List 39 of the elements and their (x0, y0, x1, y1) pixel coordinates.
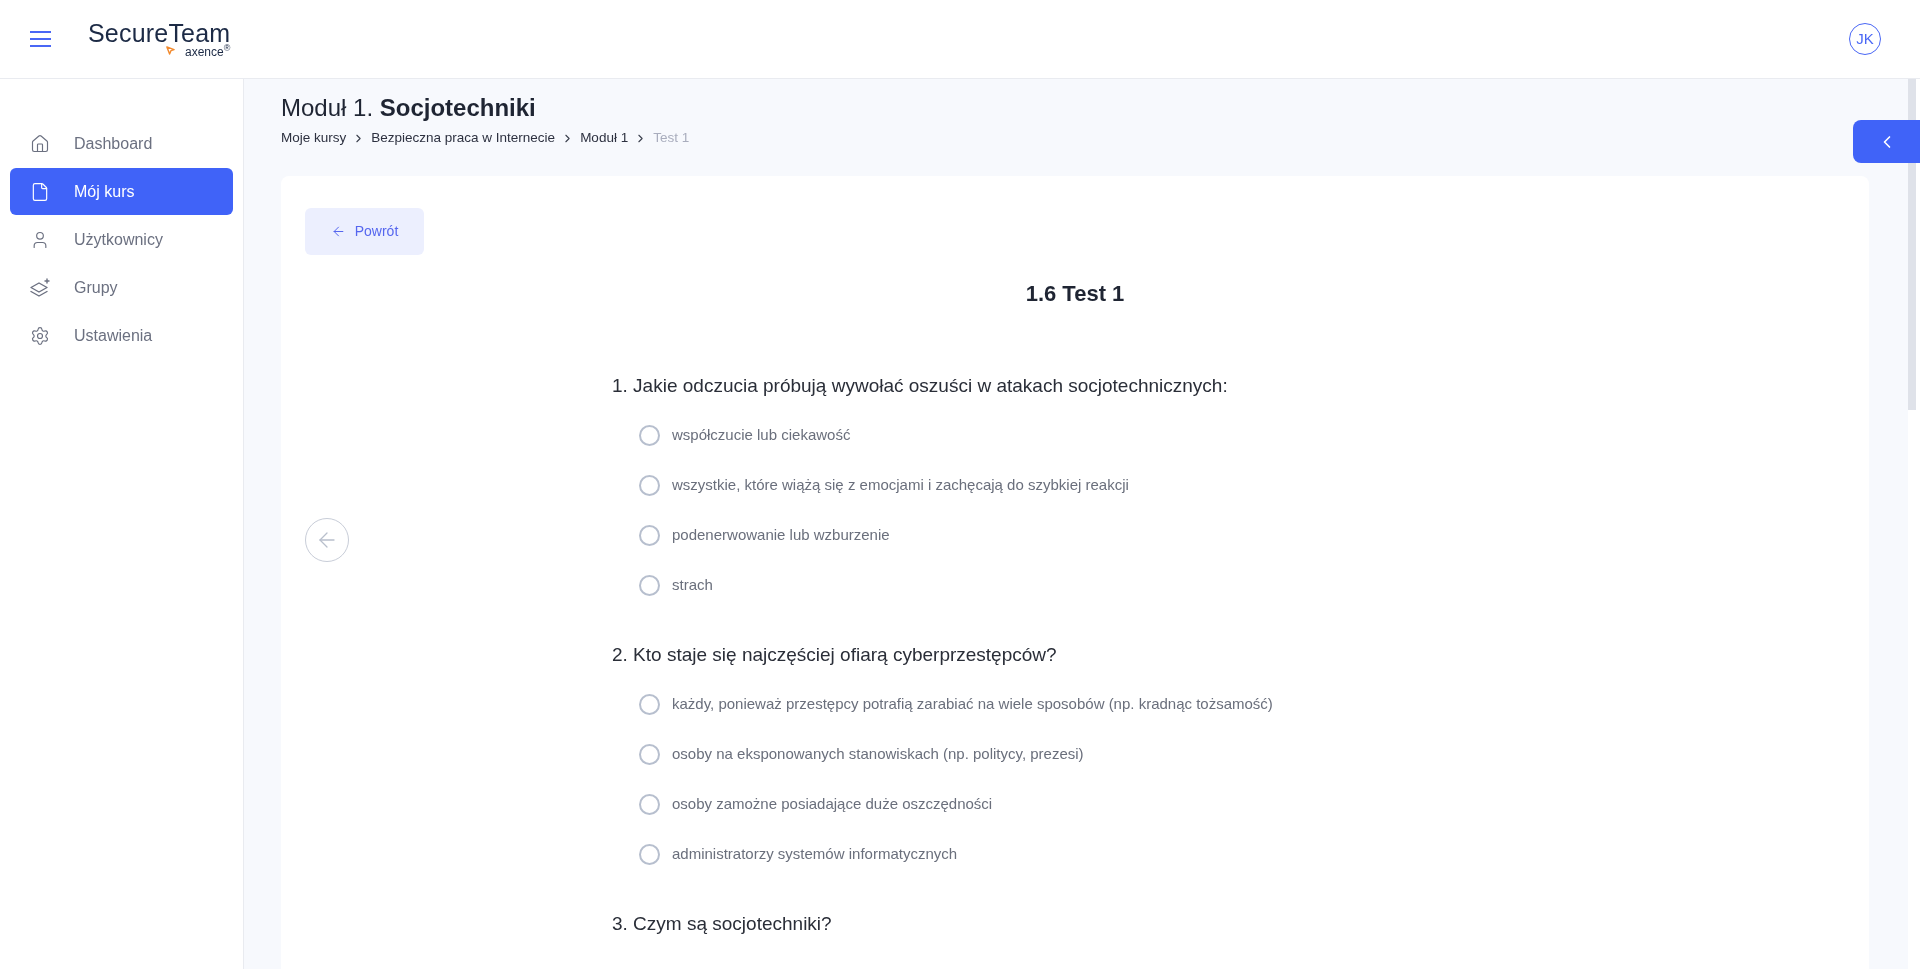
answer-option[interactable]: strach (639, 560, 713, 610)
radio-button[interactable] (639, 793, 660, 815)
answer-option[interactable]: współczucie lub ciekawość (639, 410, 851, 460)
radio-button[interactable] (639, 693, 660, 715)
question-text: 1. Jakie odczucia próbują wywołać oszuści w atakach socjotechnicznych: (612, 374, 1229, 398)
answer-option[interactable]: administratorzy systemów informatycznych (639, 829, 958, 879)
radio-button[interactable] (639, 424, 660, 446)
breadcrumb-current: Test 1 (653, 129, 690, 147)
question-text: 2. Kto staje się najczęściej ofiarą cyberprzestępców? (612, 643, 1058, 667)
cursor-arrow-icon (166, 45, 175, 55)
answer-option[interactable]: osoby zamożne posiadające duże oszczędności (639, 779, 993, 829)
breadcrumb-link[interactable]: Moje kursy (281, 128, 347, 148)
answer-option[interactable]: osoby na eksponowanych stanowiskach (np. politycy, prezesi) (639, 729, 1084, 779)
test-title: 1.6 Test 1 (1025, 280, 1125, 308)
radio-button[interactable] (639, 474, 660, 496)
menu-icon[interactable] (30, 31, 51, 47)
back-button[interactable]: Powrót (305, 208, 424, 255)
radio-button[interactable] (639, 843, 660, 865)
page-title: Moduł 1. Socjotechniki (281, 93, 537, 123)
logo-tagline: axence$^{®}$ (185, 45, 231, 59)
question-text: 3. Czym są socjotechniki? (612, 912, 833, 936)
sidebar-item[interactable]: Dashboard (10, 120, 233, 167)
answer-option[interactable]: każdy, ponieważ przestępcy potrafią zarabiać na wiele sposobów (np. kradnąc tożsamość) (639, 679, 1273, 729)
radio-button[interactable] (639, 574, 660, 596)
radio-button[interactable] (639, 743, 660, 765)
sidebar-item[interactable]: Ustawienia (10, 312, 233, 359)
layers-plus-icon (30, 277, 50, 298)
settings-icon (30, 325, 50, 346)
answer-option[interactable]: podenerwowanie lub wzburzenie (639, 510, 890, 560)
radio-button[interactable] (639, 524, 660, 546)
breadcrumb-link[interactable]: Moduł 1 (580, 128, 629, 148)
sidebar-item[interactable]: Grupy (10, 264, 233, 311)
sidebar-item[interactable]: Użytkownicy (10, 216, 233, 263)
breadcrumb-link[interactable]: Bezpieczna praca w Internecie (371, 128, 556, 148)
answer-option[interactable]: wszystkie, które wiążą się z emocjami i zachęcają do szybkiej reakcji (639, 460, 1129, 510)
collapse-panel-button[interactable] (1853, 120, 1920, 163)
file-icon (30, 181, 50, 202)
home-icon (30, 133, 50, 154)
sidebar-item[interactable]: Mój kurs (10, 168, 233, 215)
